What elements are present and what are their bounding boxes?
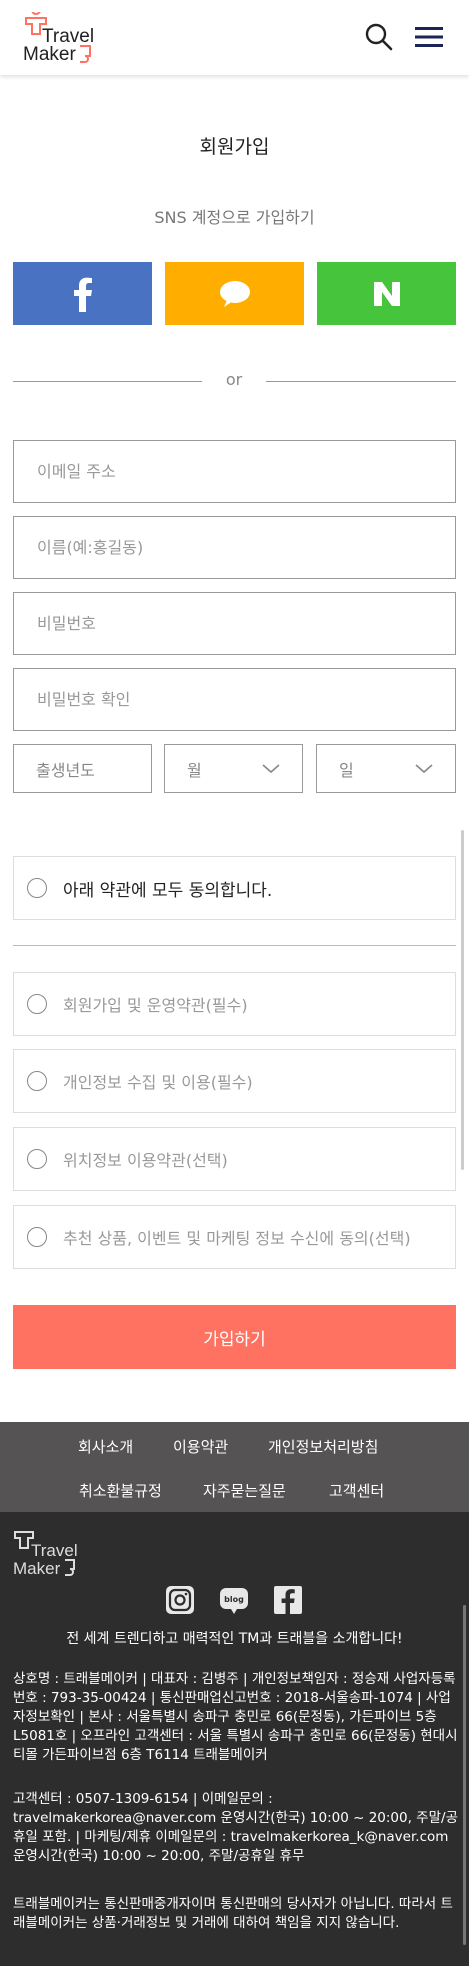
facebook-icon[interactable]	[273, 1585, 303, 1615]
radio-circle-icon	[27, 1149, 47, 1169]
blog-icon-label: blog	[224, 1595, 244, 1604]
agree-location-label: 위치정보 이용약관(선택)	[63, 1151, 228, 1170]
agree-location-checkbox[interactable]: 위치정보 이용약관(선택)	[13, 1127, 456, 1191]
chevron-down-icon	[262, 763, 280, 773]
kakao-chat-icon	[219, 280, 250, 307]
naver-icon	[373, 281, 400, 306]
agreement-divider	[13, 945, 456, 946]
footer-logo-word-travel: Travel	[31, 1541, 78, 1560]
agree-all-label: 아래 약관에 모두 동의합니다.	[63, 880, 273, 901]
page-scrollbar[interactable]	[461, 830, 464, 1170]
name-field[interactable]	[13, 516, 456, 579]
birth-month-select[interactable]: 월	[164, 744, 303, 793]
blog-icon[interactable]: blog	[219, 1585, 249, 1615]
logo-word-maker: Maker	[23, 44, 76, 64]
hamburger-menu-icon[interactable]	[414, 22, 444, 52]
sns-signup-heading: SNS 계정으로 가입하기	[154, 208, 315, 227]
footer-tagline: 전 세계 트렌디하고 매력적인 TM과 트래블을 소개합니다!	[66, 1631, 403, 1647]
or-divider-left	[13, 381, 202, 382]
agree-privacy-label: 개인정보 수집 및 이용(필수)	[63, 1073, 253, 1092]
password-field[interactable]	[13, 592, 456, 655]
password-confirm-field[interactable]	[13, 668, 456, 731]
facebook-icon	[73, 277, 92, 312]
travelmaker-logo[interactable]: Travel Maker	[22, 5, 112, 65]
agree-terms-checkbox[interactable]: 회원가입 및 운영약관(필수)	[13, 972, 456, 1036]
radio-circle-icon	[27, 1227, 47, 1247]
radio-circle-icon	[27, 878, 47, 898]
footer-link-terms[interactable]: 이용약관	[173, 1436, 228, 1457]
footer-logo[interactable]: Travel Maker	[13, 1528, 93, 1580]
instagram-icon[interactable]	[165, 1585, 195, 1615]
naver-signup-button[interactable]	[317, 262, 456, 325]
birth-day-label: 일	[339, 760, 354, 780]
facebook-signup-button[interactable]	[13, 262, 152, 325]
agree-privacy-checkbox[interactable]: 개인정보 수집 및 이용(필수)	[13, 1049, 456, 1113]
footer-logo-word-maker: Maker	[13, 1559, 61, 1578]
footer-links-bar: 회사소개 이용약관 개인정보처리방침 취소환불규정 자주묻는질문 고객센터	[0, 1422, 469, 1512]
footer-link-support[interactable]: 고객센터	[329, 1480, 384, 1501]
footer-link-refund[interactable]: 취소환불규정	[79, 1480, 162, 1501]
kakao-signup-button[interactable]	[165, 262, 304, 325]
signup-submit-button[interactable]: 가입하기	[13, 1305, 456, 1369]
footer-link-about[interactable]: 회사소개	[78, 1436, 133, 1457]
footer-scrollbar[interactable]	[463, 1605, 466, 1945]
footer-link-faq[interactable]: 자주묻는질문	[203, 1480, 286, 1501]
radio-circle-icon	[27, 994, 47, 1014]
agree-terms-label: 회원가입 및 운영약관(필수)	[63, 996, 248, 1015]
or-divider-right	[266, 381, 456, 382]
birth-year-placeholder: 출생년도	[36, 760, 95, 780]
radio-circle-icon	[27, 1071, 47, 1091]
disclaimer: 트래블메이커는 통신판매중개자이며 통신판매의 당사자가 아닙니다. 따라서 트…	[13, 1896, 453, 1931]
birth-month-label: 월	[187, 760, 202, 780]
agree-marketing-label: 추천 상품, 이벤트 및 마케팅 정보 수신에 동의(선택)	[63, 1229, 411, 1248]
footer-logo-graphic: Travel Maker	[13, 1531, 78, 1578]
search-icon[interactable]	[364, 22, 394, 52]
company-info: 상호명 : 트래블메이커 | 대표자 : 김병주 | 개인정보책임자 : 정승재…	[13, 1671, 458, 1763]
contact-info: 고객센터 : 0507-1309-6154 | 이메일문의 : travelma…	[13, 1791, 458, 1864]
page-title: 회원가입	[199, 136, 270, 158]
agree-all-checkbox[interactable]: 아래 약관에 모두 동의합니다.	[13, 856, 456, 920]
footer-link-privacy[interactable]: 개인정보처리방침	[268, 1436, 378, 1457]
email-field[interactable]	[13, 440, 456, 503]
birth-day-select[interactable]: 일	[316, 744, 456, 793]
chevron-down-icon	[415, 763, 433, 773]
site-header: Travel Maker	[0, 0, 469, 75]
agree-marketing-checkbox[interactable]: 추천 상품, 이벤트 및 마케팅 정보 수신에 동의(선택)	[13, 1205, 456, 1269]
birth-year-field[interactable]: 출생년도	[13, 744, 152, 793]
logo-graphic: Travel Maker	[23, 5, 94, 65]
or-label: or	[225, 370, 243, 389]
